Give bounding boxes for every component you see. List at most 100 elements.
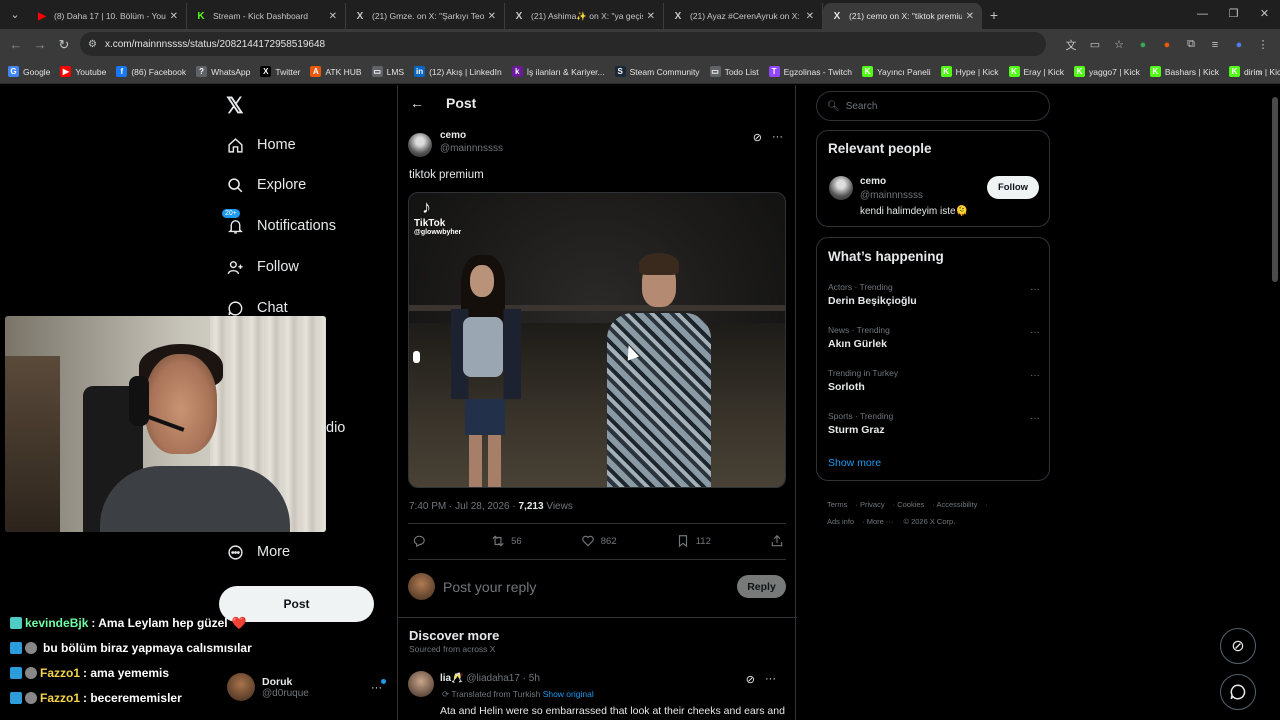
scrollbar[interactable] (1270, 85, 1280, 720)
menu-kebab-icon[interactable]: ⋮ (1256, 38, 1270, 52)
bookmark-item[interactable]: Kyaggo7 | Kick (1073, 66, 1140, 77)
bookmark-item[interactable]: Kdirim | Kick (1229, 66, 1280, 77)
bookmark-item[interactable]: A ATK HUB (310, 66, 362, 77)
browser-tab[interactable]: X (21) Ashima✨ on X: "ya geçişe... ✕ (505, 3, 664, 29)
post-author[interactable]: cemo @mainnnssss (408, 130, 503, 157)
more-options-icon[interactable]: ··· (772, 131, 783, 144)
post-timestamp[interactable]: 7:40 PM · Jul 28, 2026 · (409, 501, 519, 512)
browser-tab[interactable]: ▶ (8) Daha 17 | 10. Bölüm - YouTube ✕ (28, 3, 187, 29)
bookmark-item[interactable]: S Steam Community (614, 66, 700, 77)
browser-tab[interactable]: K Stream - Kick Dashboard ✕ (187, 3, 346, 29)
new-tab-button[interactable]: + (982, 7, 1006, 23)
show-more-link[interactable]: Show more (828, 457, 881, 469)
close-window-icon[interactable]: ✕ (1249, 0, 1280, 29)
grok-icon[interactable]: ⊘ (746, 673, 755, 686)
close-icon[interactable]: ✕ (966, 11, 974, 22)
bookmark-item[interactable]: ▭ LMS (371, 66, 404, 77)
sidebar-item-chat[interactable]: Chat (226, 299, 288, 317)
person-handle[interactable]: @mainnnssss (860, 190, 923, 201)
profile-avatar-icon[interactable]: ● (1232, 38, 1246, 52)
more-options-icon[interactable]: ··· (1030, 327, 1040, 338)
address-bar[interactable]: ⚙ x.com/mainnnssss/status/20821441729585… (80, 32, 1046, 56)
search-input[interactable]: 🔍︎ Search (816, 91, 1050, 121)
messages-float-button[interactable] (1220, 674, 1256, 710)
bookmark-item[interactable]: f (86) Facebook (116, 66, 186, 77)
sidebar-item-more[interactable]: More (226, 543, 290, 561)
post-video[interactable]: ♪ TikTok @glowwbyher (408, 192, 786, 488)
bookmark-item[interactable]: K Yayıncı Paneli (861, 66, 931, 77)
cast-icon[interactable]: ▭ (1088, 38, 1102, 52)
forward-icon[interactable]: → (28, 37, 52, 52)
author-name[interactable]: cemo (440, 130, 503, 141)
back-arrow-icon[interactable]: ← (410, 95, 424, 111)
author-handle[interactable]: @mainnnssss (440, 143, 503, 154)
reload-icon[interactable]: ↻ (52, 37, 76, 53)
extension-icon[interactable]: ● (1160, 38, 1174, 52)
grok-float-button[interactable]: ⊘ (1220, 628, 1256, 664)
share-action[interactable] (770, 534, 784, 548)
follow-button[interactable]: Follow (987, 176, 1039, 199)
bookmark-action[interactable]: 112 (676, 534, 711, 548)
more-options-icon[interactable]: ··· (1030, 413, 1040, 424)
browser-tab-active[interactable]: X (21) cemo on X: "tiktok premium" ✕ (823, 3, 982, 29)
close-icon[interactable]: ✕ (806, 11, 814, 22)
bookmarks-overflow-icon[interactable]: » (1257, 67, 1262, 77)
more-options-icon[interactable]: ··· (1030, 370, 1040, 381)
close-icon[interactable]: ✕ (488, 11, 496, 22)
footer-link[interactable]: Privacy (860, 500, 885, 509)
grok-icon[interactable]: ⊘ (753, 131, 762, 144)
sidebar-item-explore[interactable]: Explore (226, 176, 306, 194)
person-name[interactable]: cemo (860, 176, 886, 187)
avatar[interactable] (408, 133, 432, 157)
sidebar-item-partial[interactable]: dio (326, 420, 345, 436)
scrollbar-thumb[interactable] (1272, 97, 1278, 282)
trend-item[interactable]: News · Trending Akın Gürlek ··· (828, 325, 1040, 350)
bookmark-item[interactable]: G Google (8, 66, 50, 77)
sidebar-item-follow[interactable]: Follow (226, 258, 299, 276)
close-icon[interactable]: ✕ (329, 11, 337, 22)
reading-list-icon[interactable]: ≡ (1208, 38, 1222, 52)
like-action[interactable]: 862 (581, 534, 617, 548)
translate-icon[interactable]: 文 (1064, 38, 1078, 52)
bookmark-item[interactable]: k İş ilanları & Kariyer... (511, 66, 605, 77)
back-icon[interactable]: ← (4, 37, 28, 52)
footer-link[interactable]: Cookies (897, 500, 924, 509)
reply-button[interactable]: Reply (737, 575, 786, 598)
bookmark-item[interactable]: in (12) Akış | LinkedIn (414, 66, 502, 77)
trend-item[interactable]: Trending in Turkey Sorloth ··· (828, 368, 1040, 393)
avatar[interactable] (408, 671, 434, 697)
more-options-icon[interactable]: ··· (1030, 284, 1040, 295)
tweet-author-name[interactable]: lia🥂 (440, 673, 464, 684)
sidebar-item-home[interactable]: Home (226, 136, 296, 154)
restore-icon[interactable]: ❐ (1218, 0, 1249, 29)
footer-link[interactable]: Terms (827, 500, 847, 509)
footer-link[interactable]: Ads info (827, 517, 854, 526)
extensions-puzzle-icon[interactable]: ⧉ (1184, 38, 1198, 52)
account-menu-icon[interactable]: ··· (371, 682, 382, 694)
bookmark-item[interactable]: T Egzolinas - Twitch (768, 66, 852, 77)
reply-action[interactable] (412, 534, 432, 548)
footer-link[interactable]: More ··· (867, 517, 894, 526)
x-logo-icon[interactable]: 𝕏 (226, 93, 244, 119)
extension-icon[interactable]: ● (1136, 38, 1150, 52)
tab-search-button[interactable]: ⌄ (2, 4, 28, 26)
tweet-author-handle[interactable]: @liadaha17 · 5h (466, 673, 540, 684)
bookmark-item[interactable]: X Twitter (260, 66, 300, 77)
sidebar-item-notifications[interactable]: 20+ Notifications (222, 209, 336, 235)
minimize-icon[interactable]: — (1187, 0, 1218, 29)
bookmark-item[interactable]: K Bashars | Kick (1149, 66, 1219, 77)
browser-tab[interactable]: X (21) Gmze. on X: "Şarkıyı Teoman... ✕ (346, 3, 505, 29)
more-options-icon[interactable]: ··· (765, 673, 776, 686)
site-info-icon[interactable]: ⚙ (88, 39, 97, 50)
trend-item[interactable]: Actors · Trending Derin Beşikçioğlu ··· (828, 282, 1040, 307)
avatar[interactable] (829, 176, 853, 200)
close-icon[interactable]: ✕ (170, 11, 178, 22)
show-original-link[interactable]: Show original (543, 689, 594, 699)
trend-item[interactable]: Sports · Trending Sturm Graz ··· (828, 411, 1040, 436)
account-switcher[interactable]: Doruk @d0ruque (227, 673, 309, 701)
footer-link[interactable]: Accessibility (936, 500, 977, 509)
bookmark-item[interactable]: ▭ Todo List (709, 66, 759, 77)
bookmark-item[interactable]: K Hype | Kick (940, 66, 999, 77)
bookmark-item[interactable]: ▶ Youtube (60, 66, 106, 77)
close-icon[interactable]: ✕ (647, 11, 655, 22)
